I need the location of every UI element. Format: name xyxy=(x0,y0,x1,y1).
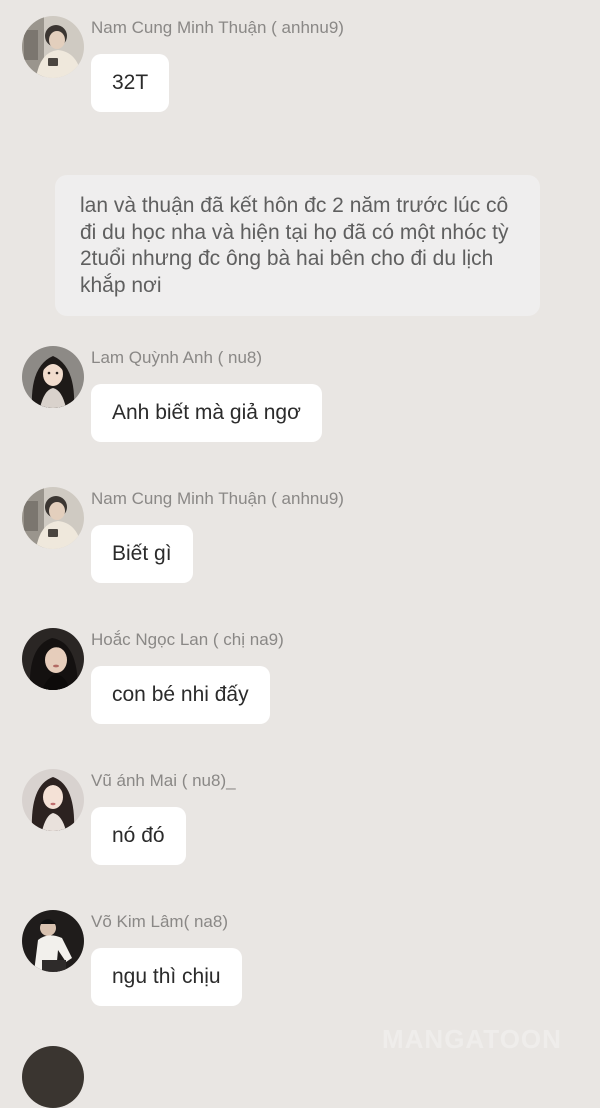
avatar[interactable] xyxy=(22,910,84,972)
message-bubble[interactable]: Biết gì xyxy=(91,525,193,583)
message-bubble[interactable]: 32T xyxy=(91,54,170,112)
avatar[interactable] xyxy=(22,769,84,831)
avatar[interactable] xyxy=(22,346,84,408)
narration-box: lan và thuận đã kết hôn đc 2 năm trước l… xyxy=(55,175,540,316)
avatar[interactable] xyxy=(22,628,84,690)
avatar[interactable] xyxy=(22,487,84,549)
message-bubble[interactable]: nó đó xyxy=(91,807,186,865)
message-bubble[interactable]: con bé nhi đấy xyxy=(91,666,270,724)
message-bubble[interactable]: Anh biết mà giả ngơ xyxy=(91,384,322,442)
avatar[interactable] xyxy=(22,16,84,78)
sender-name: Nam Cung Minh Thuận ( anhnu9) xyxy=(91,489,344,508)
sender-name: Lam Quỳnh Anh ( nu8) xyxy=(91,348,263,367)
sender-name: Võ Kim Lâm( na8) xyxy=(91,912,228,931)
avatar[interactable] xyxy=(22,1046,84,1108)
sender-name: Nam Cung Minh Thuận ( anhnu9) xyxy=(91,18,344,37)
sender-name: Vũ ánh Mai ( nu8)_ xyxy=(91,771,236,790)
message-bubble[interactable]: ngu thì chịu xyxy=(91,948,242,1006)
watermark: MANGATOON xyxy=(382,1024,562,1054)
sender-name: Hoắc Ngọc Lan ( chị na9) xyxy=(91,630,284,649)
